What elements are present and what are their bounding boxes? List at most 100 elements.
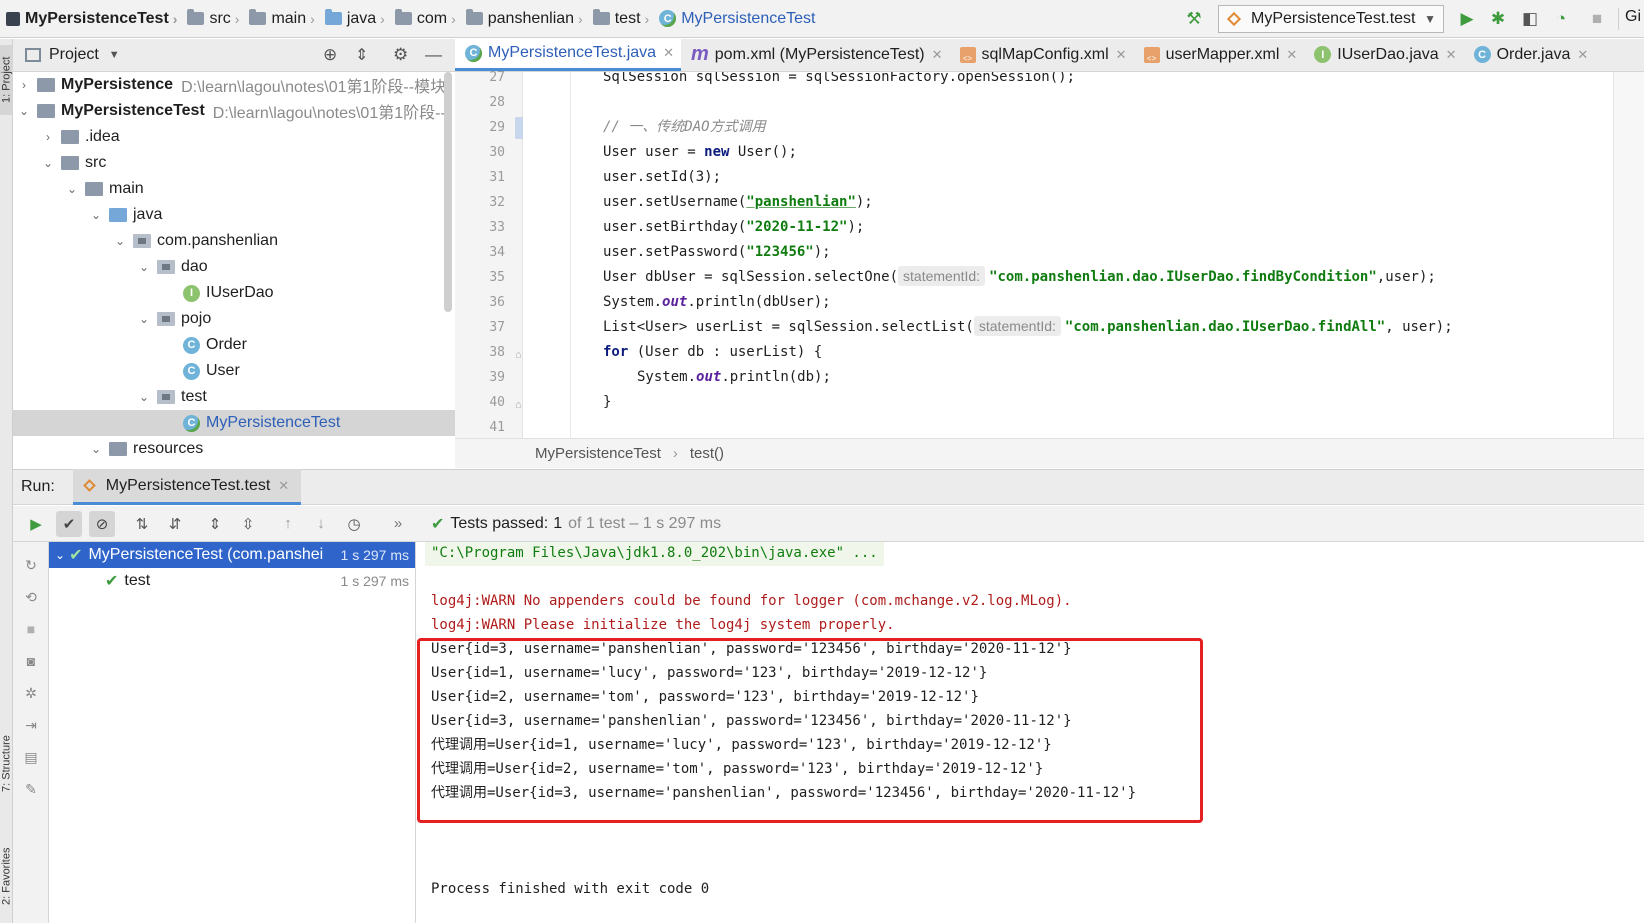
tree-item-mypersistencetest-class[interactable]: C MyPersistenceTest xyxy=(13,410,455,436)
chevron-down-icon[interactable]: ⌄ xyxy=(65,182,79,196)
package-icon xyxy=(157,260,175,274)
run-icon[interactable]: ▶ xyxy=(1456,8,1478,30)
chevron-right-icon[interactable]: › xyxy=(41,130,55,144)
change-marker[interactable] xyxy=(515,117,523,139)
editor-breadcrumb-class[interactable]: MyPersistenceTest xyxy=(535,445,661,462)
rerun-icon[interactable]: ▶ xyxy=(23,511,49,537)
breadcrumb-java[interactable]: java › xyxy=(319,0,389,38)
tree-item-iuserdao[interactable]: I IUserDao xyxy=(13,280,455,306)
tree-item-mypersistencetest[interactable]: ⌄ MyPersistenceTest D:\learn\lagou\notes… xyxy=(13,98,455,124)
chevron-down-icon[interactable]: ⌄ xyxy=(89,442,103,456)
expand-all-icon[interactable]: ⇕ xyxy=(202,511,228,537)
layout-icon[interactable]: ▤ xyxy=(20,746,42,768)
git-menu-label[interactable]: Gi xyxy=(1618,8,1644,30)
toggle-auto-test-icon[interactable]: ⟲ xyxy=(20,586,42,608)
tree-item-idea[interactable]: › .idea xyxy=(13,124,455,150)
close-icon[interactable]: ✕ xyxy=(932,47,943,63)
close-icon[interactable]: ✕ xyxy=(663,45,674,61)
tree-item-resources[interactable]: ⌄ resources xyxy=(13,436,455,462)
tab-sqlmapconfig-xml[interactable]: <> sqlMapConfig.xml ✕ xyxy=(950,39,1134,71)
test-row-method[interactable]: ✔ test 1 s 297 ms xyxy=(49,568,415,594)
project-tree-scrollbar[interactable] xyxy=(444,72,452,312)
parameter-hint: statementId: xyxy=(973,316,1061,336)
more-actions-icon[interactable]: » xyxy=(385,511,411,537)
breadcrumb-com[interactable]: com › xyxy=(389,0,460,38)
tree-item-pojo[interactable]: ⌄ pojo xyxy=(13,306,455,332)
close-icon[interactable]: ✕ xyxy=(1577,47,1588,63)
next-failed-icon[interactable]: ↓ xyxy=(308,511,334,537)
tab-usermapper-xml[interactable]: <> userMapper.xml ✕ xyxy=(1134,39,1305,71)
breadcrumb-project[interactable]: MyPersistenceTest › xyxy=(0,0,181,38)
close-icon[interactable]: ✕ xyxy=(1446,47,1457,63)
minimize-icon[interactable]: — xyxy=(425,45,442,65)
build-hammer-icon[interactable]: ⚒ xyxy=(1183,8,1205,30)
close-icon[interactable]: ✕ xyxy=(1286,47,1297,63)
chevron-down-icon[interactable]: ⌄ xyxy=(89,208,103,222)
breadcrumb-panshenlian[interactable]: panshenlian › xyxy=(460,0,587,38)
close-icon[interactable]: ✕ xyxy=(1116,47,1127,63)
fold-icon[interactable]: ⌂ xyxy=(515,399,522,411)
tree-item-order[interactable]: C Order xyxy=(13,332,455,358)
locate-crosshair-icon[interactable]: ⊕ xyxy=(323,45,337,65)
sort-alphabetically-icon[interactable]: ⇅ xyxy=(129,511,155,537)
chevron-down-icon[interactable]: ⌄ xyxy=(41,156,55,170)
debug-bug-icon[interactable]: ✱ xyxy=(1487,8,1509,30)
camera-icon[interactable]: ◙ xyxy=(20,650,42,672)
tab-pom-xml[interactable]: m pom.xml (MyPersistenceTest) ✕ xyxy=(681,39,950,71)
tab-order-java[interactable]: C Order.java ✕ xyxy=(1464,39,1596,71)
stop-icon[interactable]: ■ xyxy=(20,618,42,640)
breadcrumb-label: main xyxy=(271,9,307,27)
editor-gutter[interactable]: 27 28 29 30 31 32 33 34 35 36 37 38 39 4… xyxy=(455,70,523,438)
chevron-down-icon[interactable]: ⌄ xyxy=(113,234,127,248)
profile-icon[interactable]: ◔ xyxy=(1550,8,1572,30)
project-panel-title[interactable]: Project xyxy=(49,46,99,64)
chevron-down-icon[interactable]: ⌄ xyxy=(55,548,65,562)
tree-item-main[interactable]: ⌄ main xyxy=(13,176,455,202)
rerun-failed-icon[interactable]: ↻ xyxy=(20,554,42,576)
run-tab-mypersistencetest[interactable]: MyPersistenceTest.test ✕ xyxy=(72,469,302,505)
test-row-class[interactable]: ⌄ ✔ MyPersistenceTest (com.panshei 1 s 2… xyxy=(49,542,415,568)
gear-icon[interactable]: ⚙ xyxy=(393,45,408,65)
test-class-icon: C xyxy=(183,414,200,432)
import-tests-icon[interactable]: ⇥ xyxy=(20,714,42,736)
sort-by-duration-icon[interactable]: ⇵ xyxy=(162,511,188,537)
previous-failed-icon[interactable]: ↑ xyxy=(275,511,301,537)
chevron-down-icon[interactable]: ▼ xyxy=(109,49,120,61)
tree-item-dao[interactable]: ⌄ dao xyxy=(13,254,455,280)
show-passed-icon[interactable]: ✔ xyxy=(56,510,82,537)
chevron-down-icon[interactable]: ⌄ xyxy=(17,104,31,118)
chevron-right-icon[interactable]: › xyxy=(17,78,31,92)
close-icon[interactable]: ✕ xyxy=(278,478,289,494)
code-editor[interactable]: SqlSession sqlSession = sqlSessionFactor… xyxy=(523,72,1613,438)
chevron-down-icon[interactable]: ⌄ xyxy=(137,312,151,326)
tree-item-java[interactable]: ⌄ java xyxy=(13,202,455,228)
editor-error-stripe[interactable] xyxy=(1613,72,1644,438)
chevron-down-icon[interactable]: ⌄ xyxy=(137,260,151,274)
tree-item-mypersistence[interactable]: › MyPersistence D:\learn\lagou\notes\01第… xyxy=(13,72,455,98)
run-configuration-select[interactable]: MyPersistenceTest.test ▼ xyxy=(1218,5,1444,33)
favorites-tool-tab[interactable]: 2: Favorites xyxy=(0,829,13,923)
tree-item-user[interactable]: C User xyxy=(13,358,455,384)
fold-icon[interactable]: ⌂ xyxy=(515,349,522,361)
tree-item-com-panshenlian[interactable]: ⌄ com.panshenlian xyxy=(13,228,455,254)
stop-icon[interactable]: ■ xyxy=(1586,8,1608,30)
breadcrumb-main[interactable]: main › xyxy=(243,0,318,38)
breadcrumb-test[interactable]: test › xyxy=(587,0,653,38)
collapse-all-icon[interactable]: ⇕ xyxy=(355,45,368,65)
breadcrumb-class[interactable]: C MyPersistenceTest xyxy=(653,0,819,38)
project-tool-tab[interactable]: 1: Project xyxy=(0,45,13,115)
tab-iuserdao-java[interactable]: I IUserDao.java ✕ xyxy=(1304,39,1463,71)
settings-icon[interactable]: ✲ xyxy=(20,682,42,704)
tree-item-test[interactable]: ⌄ test xyxy=(13,384,455,410)
show-ignored-icon[interactable]: ⊘ xyxy=(89,510,115,537)
breadcrumb-src[interactable]: src › xyxy=(181,0,243,38)
coverage-icon[interactable]: ◧ xyxy=(1519,8,1541,30)
console-command-line[interactable]: "C:\Program Files\Java\jdk1.8.0_202\bin\… xyxy=(425,542,884,566)
pin-icon[interactable]: ✎ xyxy=(20,778,42,800)
collapse-all-icon[interactable]: ⇳ xyxy=(235,511,261,537)
tree-item-src[interactable]: ⌄ src xyxy=(13,150,455,176)
structure-tool-tab[interactable]: 7: Structure xyxy=(0,709,13,819)
editor-breadcrumb-method[interactable]: test() xyxy=(690,445,724,462)
chevron-down-icon[interactable]: ⌄ xyxy=(137,390,151,404)
history-clock-icon[interactable]: ◷ xyxy=(341,511,367,537)
